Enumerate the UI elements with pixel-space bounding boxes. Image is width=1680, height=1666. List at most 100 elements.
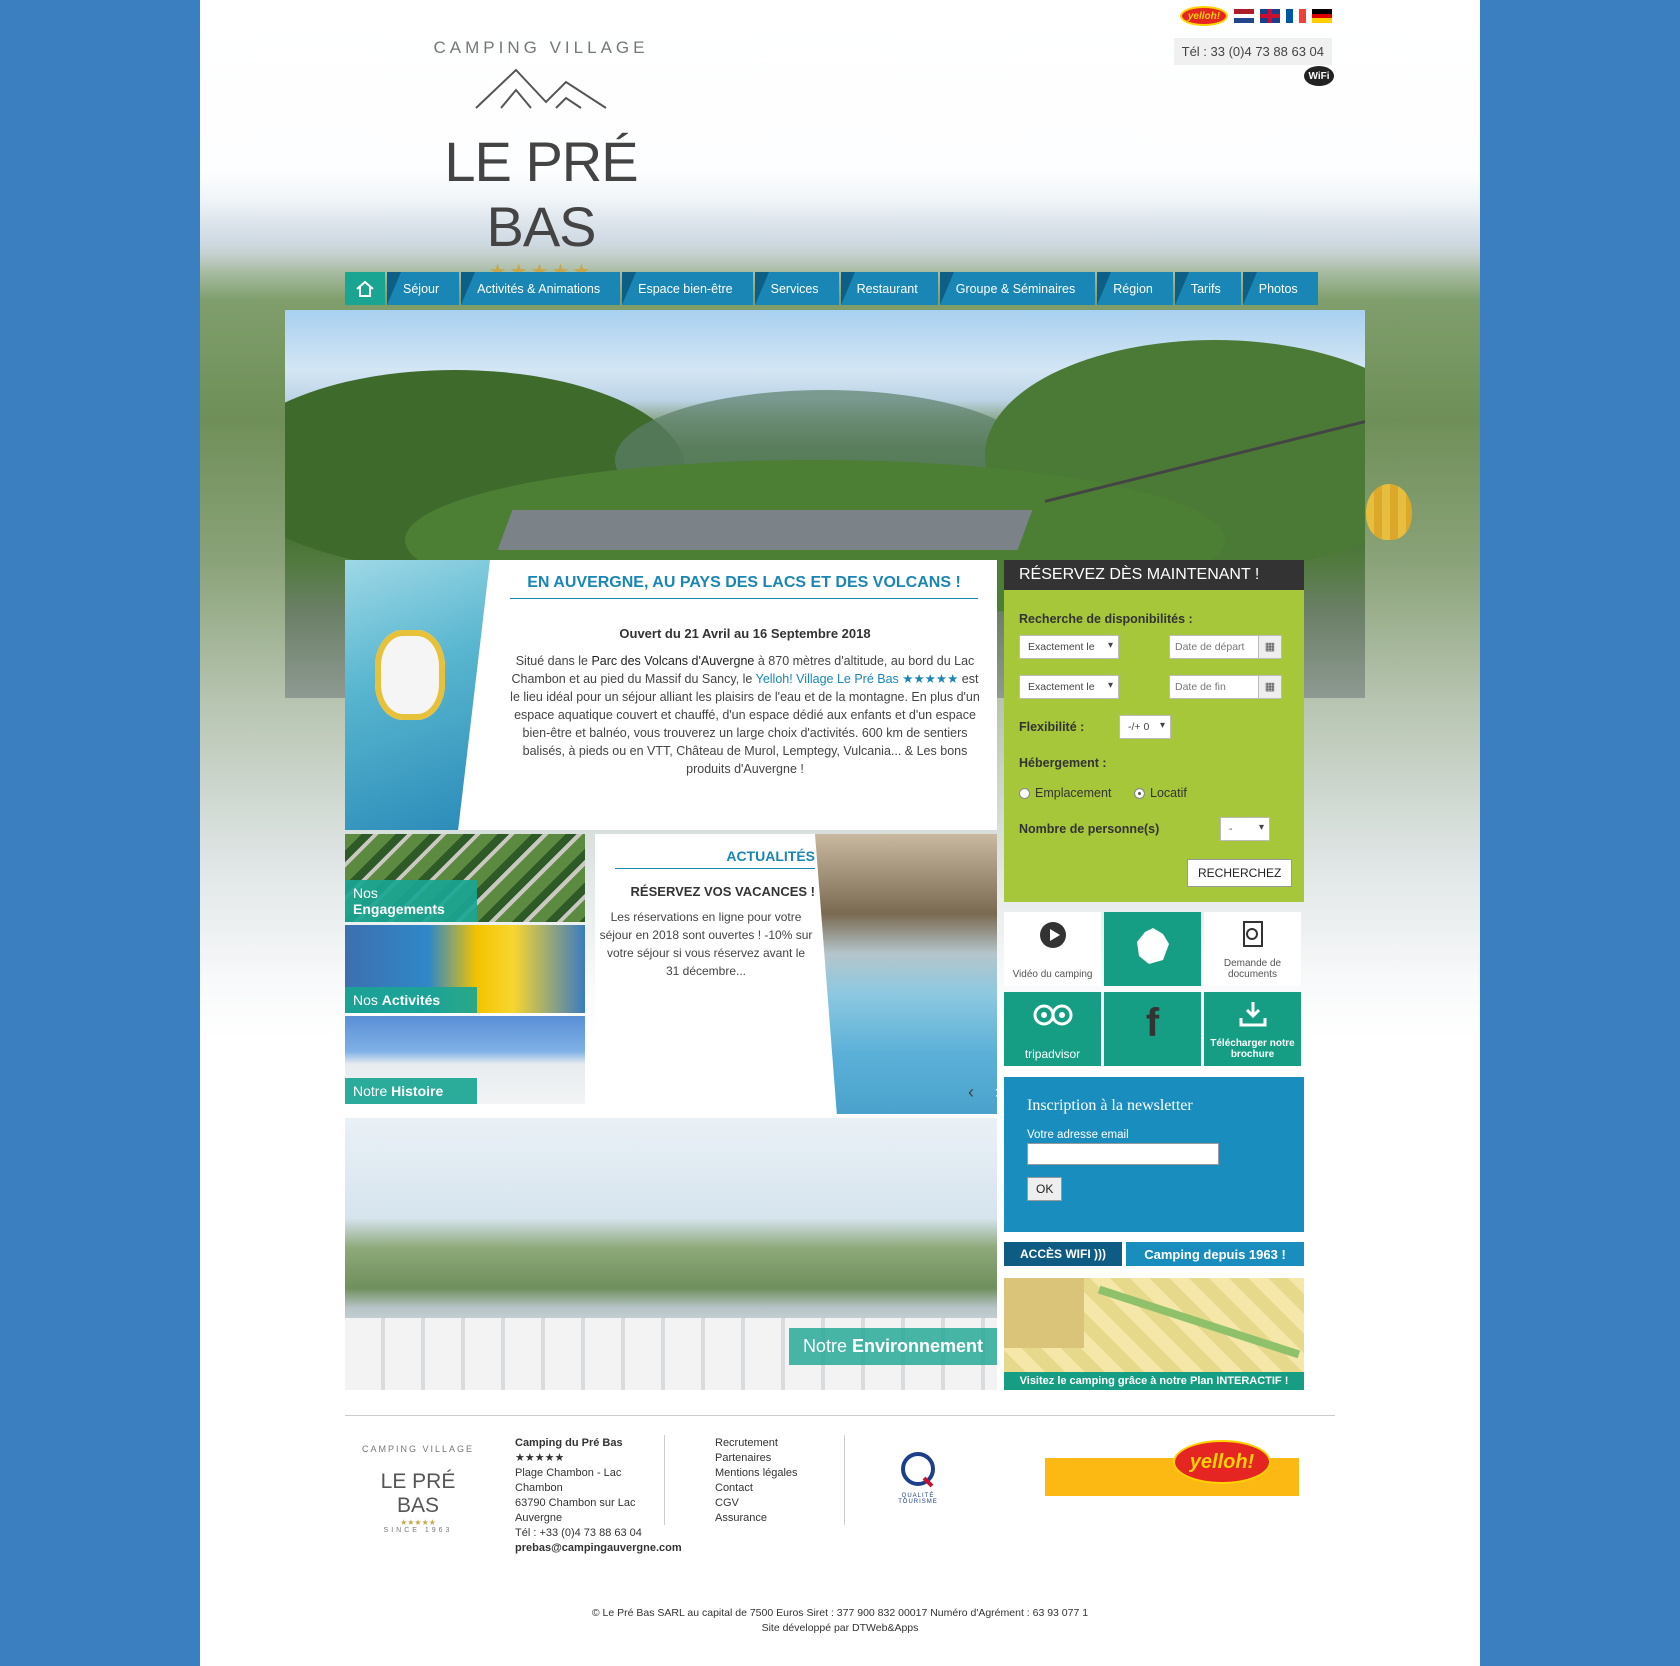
search-label: Recherche de disponibilités : [1019,612,1193,626]
chevron-right-icon[interactable]: › [995,1082,1001,1103]
footer-address: Camping du Pré Bas ★★★★★ Plage Chambon -… [515,1436,682,1556]
tile-video[interactable]: Vidéo du camping [1004,912,1101,986]
booking-form: RÉSERVEZ DÈS MAINTENANT ! Recherche de d… [1004,560,1304,902]
footer-link-recrutement[interactable]: Recrutement [715,1436,798,1451]
qualite-tourisme-text: QUALITÉ TOURISME [898,1493,938,1505]
header-phone: Tél : 33 (0)4 73 88 63 04 [1173,38,1332,65]
intro-text: Situé dans le Parc des Volcans d'Auvergn… [505,652,985,778]
footer-link-cgv[interactable]: CGV [715,1496,798,1511]
newsletter-email-input[interactable] [1027,1143,1219,1165]
footer-link-partenaires[interactable]: Partenaires [715,1451,798,1466]
flex-select[interactable]: -/+ 0 [1119,715,1171,739]
nav-services[interactable]: Services [754,272,839,305]
developer-credit[interactable]: Site développé par DTWeb&Apps [200,1621,1480,1636]
radio-emplacement[interactable]: Emplacement [1019,786,1111,800]
intro-text-3: est le lieu idéal pour un séjour alliant… [510,672,980,776]
since-1963-button[interactable]: Camping depuis 1963 ! [1126,1242,1304,1266]
flag-nl-icon[interactable] [1234,9,1254,24]
nav-groupe[interactable]: Groupe & Séminaires [939,272,1096,305]
footer-link-assurance[interactable]: Assurance [715,1511,798,1526]
calendar-icon[interactable]: ▦ [1258,635,1282,659]
footer-logo-stars: ★★★★★ [400,1518,436,1527]
caption-pre: Nos [353,992,378,1008]
flex-label: Flexibilité : [1019,720,1085,734]
end-exact-select[interactable]: Exactement le [1019,675,1119,699]
search-button[interactable]: RECHERCHEZ [1187,859,1293,887]
village-link[interactable]: Yelloh! Village Le Pré Bas ★★★★★ [756,672,959,686]
chevron-left-icon[interactable]: ‹ [968,1082,974,1103]
engagements-link[interactable]: Nos Engagements [345,834,585,922]
newsletter-title: Inscription à la newsletter [1027,1097,1193,1114]
footer-divider [345,1415,1335,1416]
logo-name: LE PRÉ BAS [444,130,638,258]
footer-logo-top: CAMPING VILLAGE [361,1444,475,1454]
news-title: ACTUALITÉS [615,848,815,869]
caption-pre: Notre [353,1083,388,1099]
tile-documents[interactable]: Demande de documents [1204,912,1301,986]
caption-bold: Histoire [391,1083,444,1099]
flag-fr-icon[interactable] [1286,9,1307,23]
environment-banner[interactable]: Notre Environnement [345,1118,997,1390]
nav-home[interactable] [345,272,385,305]
interactive-plan[interactable]: Visitez le camping grâce à notre Plan IN… [1004,1278,1304,1390]
tile-documents-label: Demande de documents [1223,958,1282,980]
logo-top-text: CAMPING VILLAGE [433,38,649,57]
nav-activites[interactable]: Activités & Animations [461,272,621,305]
tile-facebook[interactable]: f [1104,992,1201,1066]
tile-map[interactable] [1104,912,1201,986]
histoire-link[interactable]: Notre Histoire [345,1016,585,1104]
tile-brochure[interactable]: Télécharger notre brochure [1204,992,1301,1066]
flag-uk-icon[interactable] [1260,9,1280,23]
wifi-access-button[interactable]: ACCÈS WIFI ))) [1004,1242,1122,1266]
persons-select[interactable]: - [1220,817,1270,841]
tile-video-label: Vidéo du camping [1012,969,1093,980]
end-date-input[interactable]: Date de fin [1169,675,1259,699]
footer-address-line: Plage Chambon - Lac [515,1467,622,1479]
wifi-signal-icon: ))) [1094,1247,1106,1261]
newsletter-panel: Inscription à la newsletter Votre adress… [1004,1077,1304,1232]
copyright-text: © Le Pré Bas SARL au capital de 7500 Eur… [591,1607,1089,1619]
nav-tarifs[interactable]: Tarifs [1174,272,1241,305]
yelloh-banner-logo: yelloh! [1173,1440,1271,1484]
home-icon [356,280,374,297]
booking-title: RÉSERVEZ DÈS MAINTENANT ! [1004,560,1304,590]
footer-address-line: 63790 Chambon sur Lac [515,1497,636,1509]
intro-text-1: Situé dans le [515,654,588,668]
news-headline[interactable]: RÉSERVEZ VOS VACANCES ! [609,884,815,899]
nav-restaurant[interactable]: Restaurant [840,272,938,305]
footer-email[interactable]: prebas@campingauvergne.com [515,1541,682,1556]
page: yelloh! Tél : 33 (0)4 73 88 63 04 WiFi C… [200,0,1480,1666]
yelloh-banner[interactable]: yelloh! [1045,1440,1299,1496]
site-logo[interactable]: CAMPING VILLAGE LE PRÉ BAS ★★★★★ SINCE 1… [396,38,686,304]
footer-links: Recrutement Partenaires Mentions légales… [715,1436,798,1526]
nav-bien-etre[interactable]: Espace bien-être [622,272,753,305]
nav-sejour[interactable]: Séjour [387,272,460,305]
footer-logo[interactable]: CAMPING VILLAGE LE PRÉ BAS ★★★★★ SINCE 1… [360,1444,476,1534]
footer-link-mentions[interactable]: Mentions légales [715,1466,798,1481]
mountains-icon [475,68,607,109]
pool-kids-image [345,560,490,830]
flag-de-icon[interactable] [1312,9,1332,24]
activites-link[interactable]: Nos Activités [345,925,585,1013]
activites-caption: Nos Activités [345,987,477,1013]
nav-region[interactable]: Région [1097,272,1173,305]
caption-bold: Activités [381,992,441,1008]
newsletter-ok-button[interactable]: OK [1027,1177,1063,1201]
histoire-caption: Notre Histoire [345,1078,477,1104]
yelloh-logo[interactable]: yelloh! [1180,6,1228,26]
footer-link-contact[interactable]: Contact [715,1481,798,1496]
calendar-icon[interactable]: ▦ [1258,675,1282,699]
tile-brochure-label: Télécharger notre brochure [1210,1038,1295,1060]
caption-pre: Nos [353,885,378,901]
start-date-input[interactable]: Date de départ [1169,635,1259,659]
start-exact-select[interactable]: Exactement le [1019,635,1119,659]
document-icon [1204,920,1301,956]
tile-tripadvisor[interactable]: tripadvisor [1004,992,1101,1066]
wifi-icon: WiFi [1304,66,1334,86]
radio-locatif[interactable]: Locatif [1134,786,1187,800]
download-icon [1204,1000,1301,1034]
qualite-tourisme-logo[interactable]: QUALITÉ TOURISME [888,1450,948,1505]
footer-phone: Tél : +33 (0)4 73 88 63 04 [515,1527,642,1539]
nav-photos[interactable]: Photos [1242,272,1318,305]
france-map-icon [1104,926,1201,972]
